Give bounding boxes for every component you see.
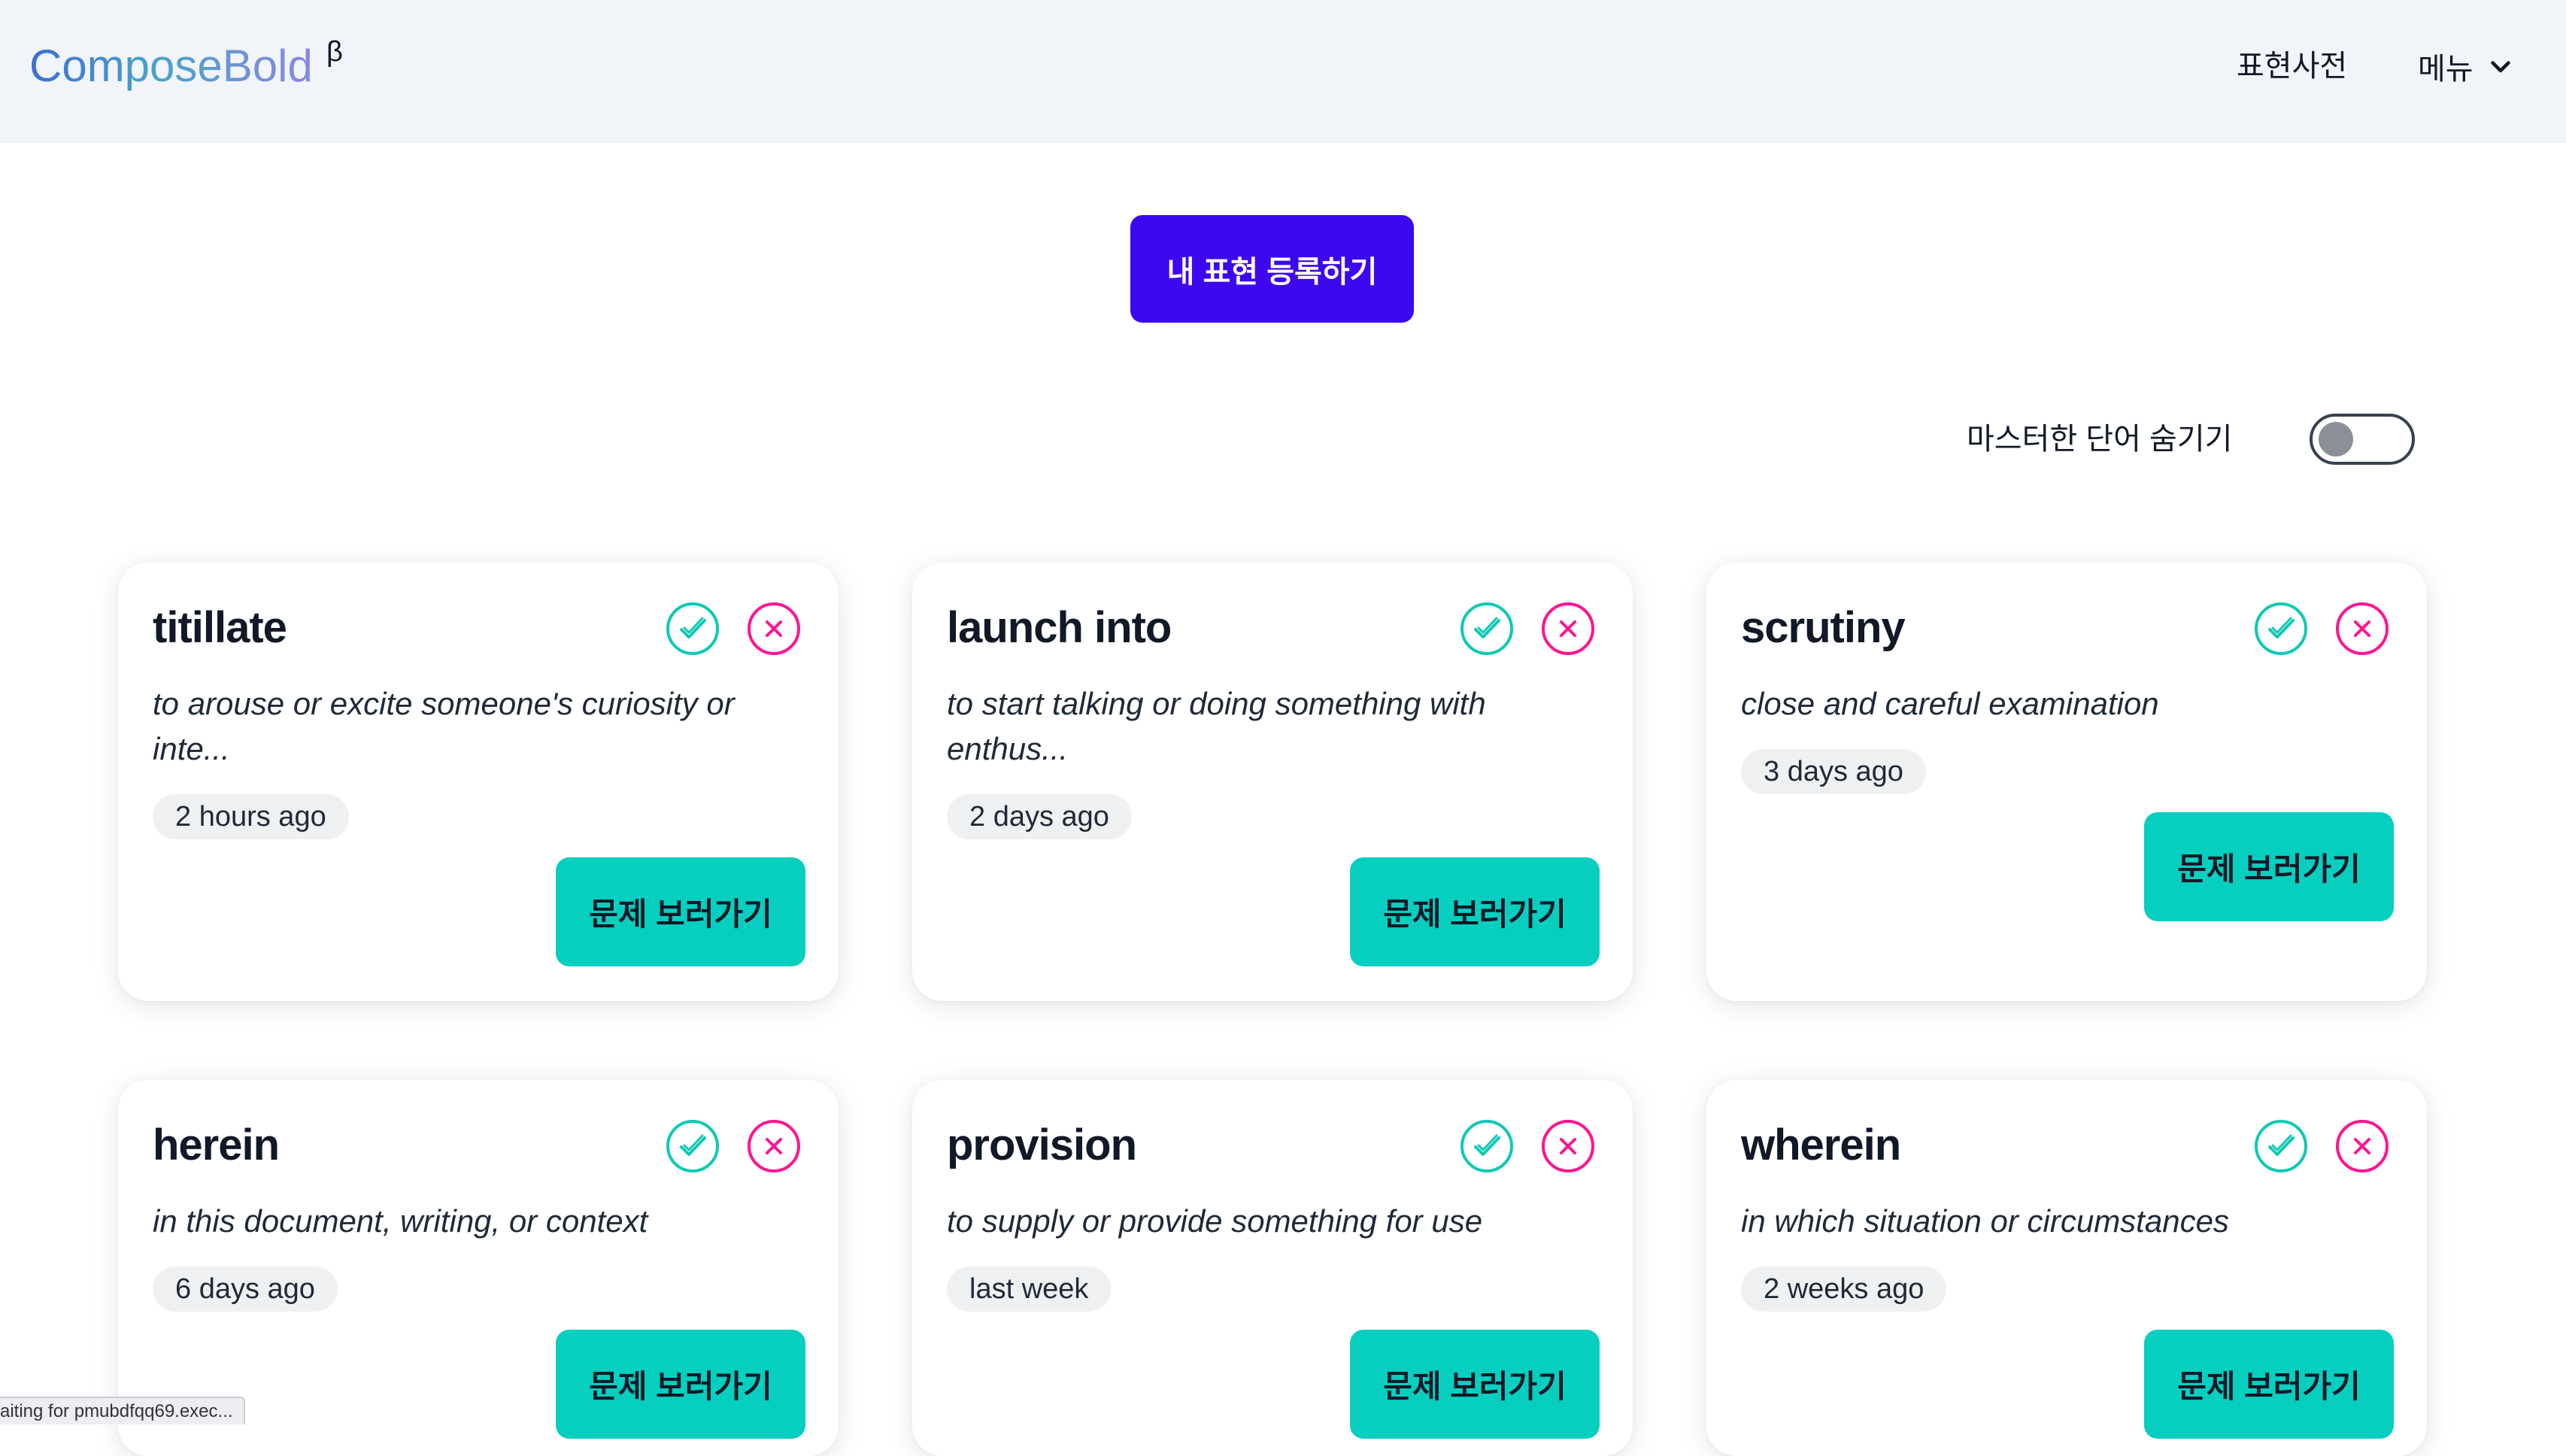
toggle-knob <box>2319 422 2353 457</box>
word-title: launch into <box>947 603 1172 652</box>
check-circle-icon <box>2255 602 2307 655</box>
word-definition: in which situation or circumstances <box>1741 1203 2229 1239</box>
close-circle-icon <box>748 602 800 655</box>
hide-mastered-label: 마스터한 단어 숨기기 <box>1967 423 2233 456</box>
mark-mastered-button[interactable] <box>2254 1119 2308 1173</box>
word-definition: in this document, writing, or context <box>153 1203 648 1239</box>
word-definition: to arouse or excite someone's curiosity … <box>153 686 735 766</box>
word-card: launch into to start talking or doing so… <box>912 563 1633 1001</box>
chevron-down-icon <box>2487 53 2514 80</box>
hide-mastered-toggle[interactable] <box>2310 414 2415 465</box>
mark-mastered-button[interactable] <box>666 602 720 656</box>
mark-mastered-button[interactable] <box>1460 1119 1514 1173</box>
word-definition: to start talking or doing something with… <box>947 686 1486 766</box>
delete-word-button[interactable] <box>747 602 801 656</box>
close-circle-icon <box>2336 602 2389 655</box>
check-circle-icon <box>666 602 719 655</box>
view-quiz-button[interactable]: 문제 보러가기 <box>2144 1330 2394 1439</box>
word-title: wherein <box>1741 1121 1901 1169</box>
close-circle-icon <box>748 1120 800 1172</box>
delete-word-button[interactable] <box>2335 1119 2389 1173</box>
nav-menu-dropdown[interactable]: 메뉴 <box>2418 47 2514 86</box>
time-badge: 3 days ago <box>1741 749 1926 794</box>
word-card: provision to supply or provide something… <box>912 1080 1633 1456</box>
word-title: herein <box>153 1121 280 1169</box>
word-definition: to supply or provide something for use <box>947 1203 1483 1239</box>
word-card: titillate to arouse or excite someone's … <box>118 563 839 1001</box>
word-title: provision <box>947 1121 1137 1169</box>
nav-expression-dictionary[interactable]: 표현사전 <box>2237 47 2347 86</box>
word-title: scrutiny <box>1741 603 1906 652</box>
time-badge: last week <box>947 1266 1112 1312</box>
word-definition: close and careful examination <box>1741 686 2159 721</box>
view-quiz-button[interactable]: 문제 보러가기 <box>2144 812 2394 921</box>
delete-word-button[interactable] <box>2335 602 2389 656</box>
delete-word-button[interactable] <box>1541 602 1595 656</box>
view-quiz-button[interactable]: 문제 보러가기 <box>1350 1330 1600 1439</box>
view-quiz-button[interactable]: 문제 보러가기 <box>1350 857 1600 966</box>
view-quiz-button[interactable]: 문제 보러가기 <box>556 1330 805 1439</box>
check-circle-icon <box>2255 1120 2307 1172</box>
mark-mastered-button[interactable] <box>2254 602 2308 656</box>
close-circle-icon <box>2336 1120 2389 1172</box>
check-circle-icon <box>666 1120 719 1172</box>
close-circle-icon <box>1542 602 1594 655</box>
close-circle-icon <box>1542 1120 1594 1172</box>
beta-badge: β <box>326 36 343 68</box>
delete-word-button[interactable] <box>747 1119 801 1173</box>
time-badge: 2 days ago <box>947 794 1132 839</box>
check-circle-icon <box>1460 1120 1513 1172</box>
view-quiz-button[interactable]: 문제 보러가기 <box>556 857 805 966</box>
word-card: wherein in which situation or circumstan… <box>1706 1080 2427 1456</box>
mark-mastered-button[interactable] <box>666 1119 720 1173</box>
time-badge: 2 hours ago <box>153 794 349 839</box>
check-circle-icon <box>1460 602 1513 655</box>
word-card: scrutiny close and careful examination 3… <box>1706 563 2427 1001</box>
nav-menu-label: 메뉴 <box>2418 53 2473 86</box>
mark-mastered-button[interactable] <box>1460 602 1514 656</box>
register-expression-button[interactable]: 내 표현 등록하기 <box>1130 215 1414 323</box>
word-title: titillate <box>153 603 287 652</box>
browser-status-bar: aiting for pmubdfqq69.exec... <box>0 1397 245 1424</box>
delete-word-button[interactable] <box>1541 1119 1595 1173</box>
logo[interactable]: ComposeBold <box>29 39 313 93</box>
top-header: ComposeBold β 표현사전 메뉴 <box>0 0 2566 143</box>
time-badge: 2 weeks ago <box>1741 1266 1947 1312</box>
time-badge: 6 days ago <box>153 1266 338 1312</box>
